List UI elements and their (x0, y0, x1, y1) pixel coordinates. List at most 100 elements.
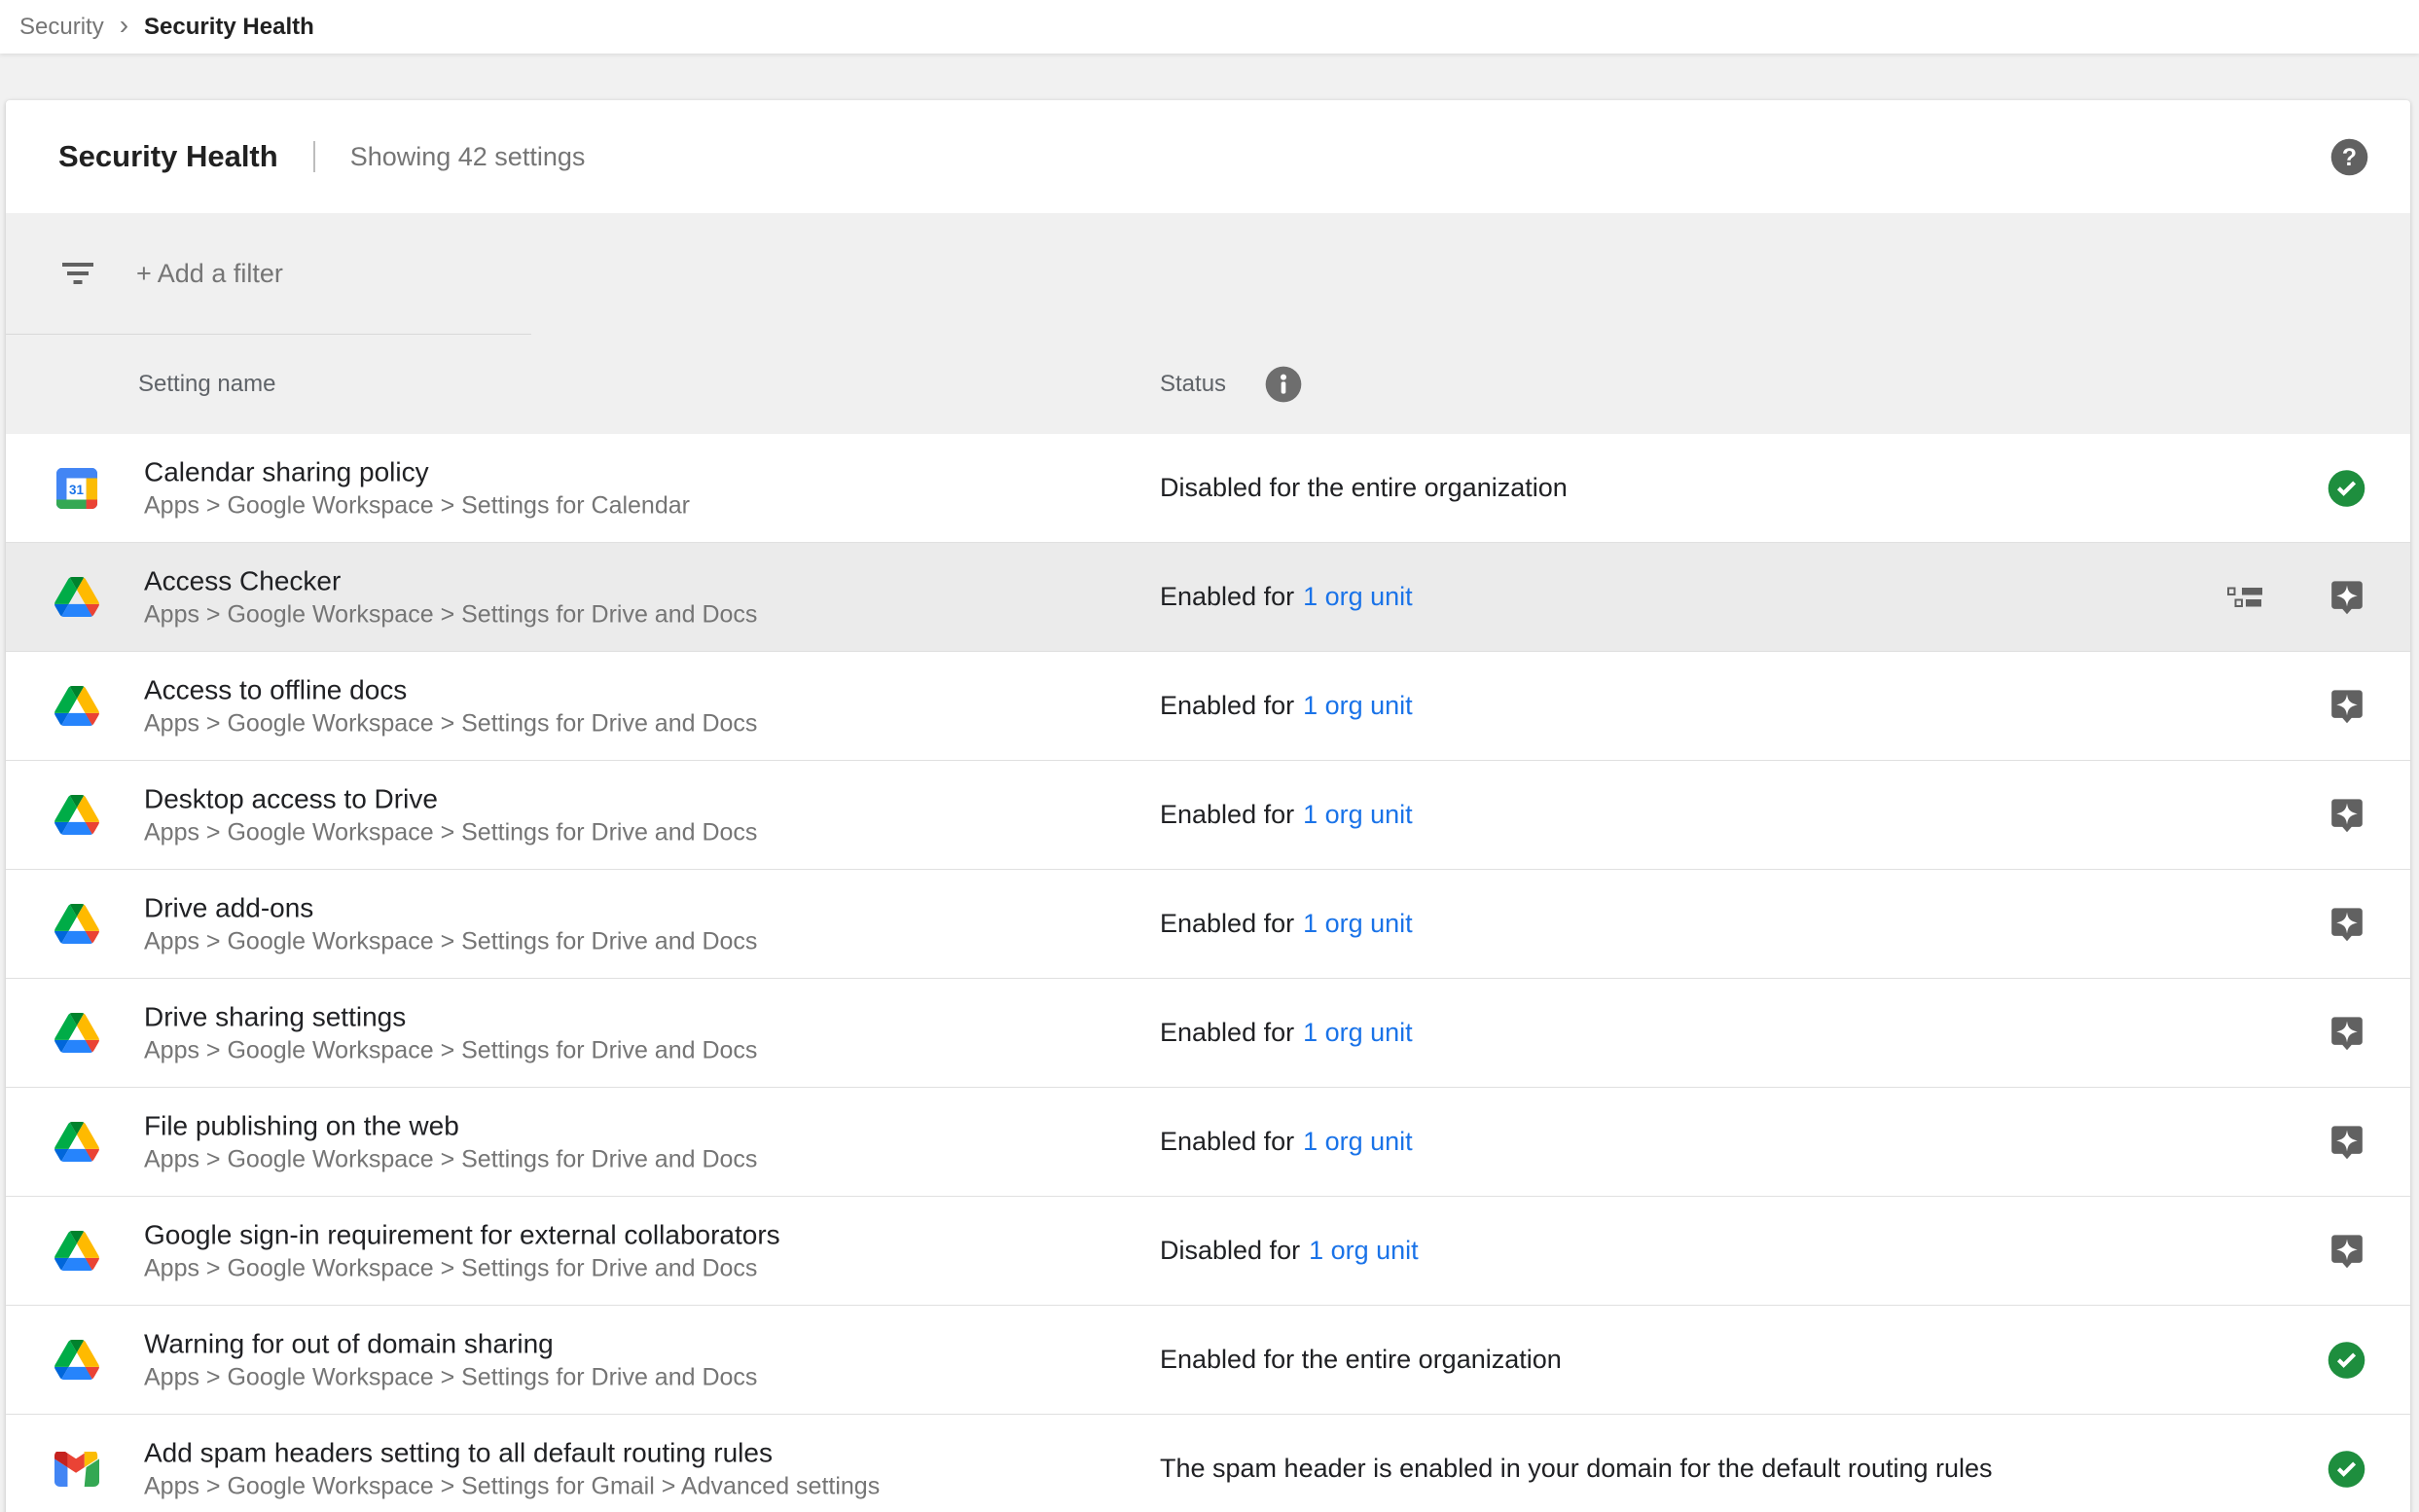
status-cell: Enabled for 1 org unit (1160, 1088, 1413, 1196)
drive-icon (54, 683, 100, 730)
setting-row[interactable]: Desktop access to Drive Apps > Google Wo… (6, 761, 2410, 870)
setting-title: Calendar sharing policy (144, 454, 690, 489)
filter-icon (61, 263, 94, 286)
gmail-icon (54, 1446, 100, 1493)
setting-row[interactable]: Drive add-ons Apps > Google Workspace > … (6, 870, 2410, 979)
status-text: Enabled for (1160, 1018, 1294, 1048)
setting-title: Google sign-in requirement for external … (144, 1217, 780, 1252)
status-cell: Enabled for 1 org unit (1160, 870, 1413, 978)
add-filter-button[interactable]: + Add a filter (136, 259, 283, 289)
setting-row[interactable]: Access Checker Apps > Google Workspace >… (6, 543, 2410, 652)
recommendation-flag-icon[interactable] (2329, 1231, 2365, 1271)
status-ok-icon (2327, 1340, 2366, 1380)
status-text: Enabled for (1160, 1127, 1294, 1157)
status-text: The spam header is enabled in your domai… (1160, 1454, 1993, 1484)
status-cell: Enabled for 1 org unit (1160, 979, 1413, 1087)
setting-row[interactable]: Google sign-in requirement for external … (6, 1197, 2410, 1306)
setting-path: Apps > Google Workspace > Settings for C… (144, 489, 690, 522)
status-org-link[interactable]: 1 org unit (1303, 582, 1413, 612)
recommendation-flag-icon[interactable] (2329, 577, 2365, 617)
status-ok-icon (2327, 468, 2366, 508)
svg-text:31: 31 (69, 483, 84, 497)
status-cell: Enabled for 1 org unit (1160, 543, 1413, 651)
status-text: Enabled for the entire organization (1160, 1345, 1562, 1375)
status-cell: Enabled for 1 org unit (1160, 761, 1413, 869)
status-text: Disabled for the entire organization (1160, 473, 1568, 503)
status-text: Disabled for (1160, 1236, 1300, 1266)
filter-bar: + Add a filter (6, 213, 2410, 335)
drive-icon (54, 574, 100, 621)
setting-text-block: File publishing on the web Apps > Google… (144, 1108, 757, 1175)
setting-text-block: Add spam headers setting to all default … (144, 1435, 880, 1502)
setting-title: Drive add-ons (144, 890, 757, 925)
card-header: Security Health Showing 42 settings ? (6, 100, 2410, 213)
status-cell: Enabled for the entire organization (1160, 1306, 1562, 1414)
drive-icon (54, 1228, 100, 1275)
setting-path: Apps > Google Workspace > Settings for D… (144, 707, 757, 739)
status-text: Enabled for (1160, 909, 1294, 939)
setting-row[interactable]: 31 Calendar sharing policy Apps > Google… (6, 434, 2410, 543)
status-ok-icon (2327, 1449, 2366, 1489)
svg-text:?: ? (2342, 145, 2357, 171)
setting-text-block: Calendar sharing policy Apps > Google Wo… (144, 454, 690, 522)
recommendation-flag-icon[interactable] (2329, 1122, 2365, 1162)
org-units-icon (2227, 587, 2262, 607)
recommendation-flag-icon[interactable] (2329, 686, 2365, 726)
setting-title: Access to offline docs (144, 672, 757, 707)
setting-row[interactable]: Add spam headers setting to all default … (6, 1415, 2410, 1512)
help-icon[interactable]: ? (2329, 137, 2369, 177)
calendar-icon: 31 (54, 465, 100, 512)
drive-icon (54, 792, 100, 839)
setting-title: Add spam headers setting to all default … (144, 1435, 880, 1470)
setting-row[interactable]: File publishing on the web Apps > Google… (6, 1088, 2410, 1197)
column-header-status: Status (1160, 371, 1226, 398)
setting-path: Apps > Google Workspace > Settings for D… (144, 1034, 757, 1066)
status-text: Enabled for (1160, 582, 1294, 612)
security-health-card: Security Health Showing 42 settings ? + … (6, 100, 2410, 1512)
status-org-link[interactable]: 1 org unit (1303, 1127, 1413, 1157)
drive-icon (54, 901, 100, 948)
setting-path: Apps > Google Workspace > Settings for G… (144, 1470, 880, 1502)
setting-title: Drive sharing settings (144, 999, 757, 1034)
breadcrumb-current: Security Health (144, 14, 314, 41)
status-org-link[interactable]: 1 org unit (1303, 691, 1413, 721)
table-controls: + Add a filter Setting name Status (6, 213, 2410, 434)
recommendation-flag-icon[interactable] (2329, 795, 2365, 835)
breadcrumb: Security › Security Health (0, 0, 2419, 54)
breadcrumb-chevron-icon: › (120, 12, 128, 43)
recommendation-flag-icon[interactable] (2329, 1013, 2365, 1053)
setting-path: Apps > Google Workspace > Settings for D… (144, 816, 757, 848)
setting-text-block: Warning for out of domain sharing Apps >… (144, 1326, 757, 1393)
setting-title: Access Checker (144, 563, 757, 598)
setting-text-block: Desktop access to Drive Apps > Google Wo… (144, 781, 757, 848)
status-org-link[interactable]: 1 org unit (1303, 909, 1413, 939)
status-info-icon[interactable] (1264, 365, 1303, 404)
setting-row[interactable]: Access to offline docs Apps > Google Wor… (6, 652, 2410, 761)
page-title: Security Health (58, 139, 278, 174)
status-org-link[interactable]: 1 org unit (1303, 800, 1413, 830)
status-org-link[interactable]: 1 org unit (1303, 1018, 1413, 1048)
status-text: Enabled for (1160, 800, 1294, 830)
table-header: Setting name Status (6, 335, 2410, 434)
status-org-link[interactable]: 1 org unit (1309, 1236, 1419, 1266)
setting-text-block: Access Checker Apps > Google Workspace >… (144, 563, 757, 630)
title-divider (313, 141, 315, 172)
recommendation-flag-icon[interactable] (2329, 904, 2365, 944)
status-cell: Enabled for 1 org unit (1160, 652, 1413, 760)
setting-path: Apps > Google Workspace > Settings for D… (144, 1252, 780, 1284)
drive-icon (54, 1010, 100, 1057)
setting-title: Desktop access to Drive (144, 781, 757, 816)
setting-title: File publishing on the web (144, 1108, 757, 1143)
settings-count: Showing 42 settings (350, 142, 586, 172)
drive-icon (54, 1337, 100, 1384)
setting-row[interactable]: Drive sharing settings Apps > Google Wor… (6, 979, 2410, 1088)
setting-text-block: Drive sharing settings Apps > Google Wor… (144, 999, 757, 1066)
status-cell: Disabled for the entire organization (1160, 434, 1568, 542)
setting-row[interactable]: Warning for out of domain sharing Apps >… (6, 1306, 2410, 1415)
status-cell: Disabled for 1 org unit (1160, 1197, 1419, 1305)
setting-text-block: Drive add-ons Apps > Google Workspace > … (144, 890, 757, 957)
status-cell: The spam header is enabled in your domai… (1160, 1415, 1993, 1512)
breadcrumb-parent-link[interactable]: Security (19, 14, 104, 41)
setting-path: Apps > Google Workspace > Settings for D… (144, 598, 757, 630)
setting-title: Warning for out of domain sharing (144, 1326, 757, 1361)
